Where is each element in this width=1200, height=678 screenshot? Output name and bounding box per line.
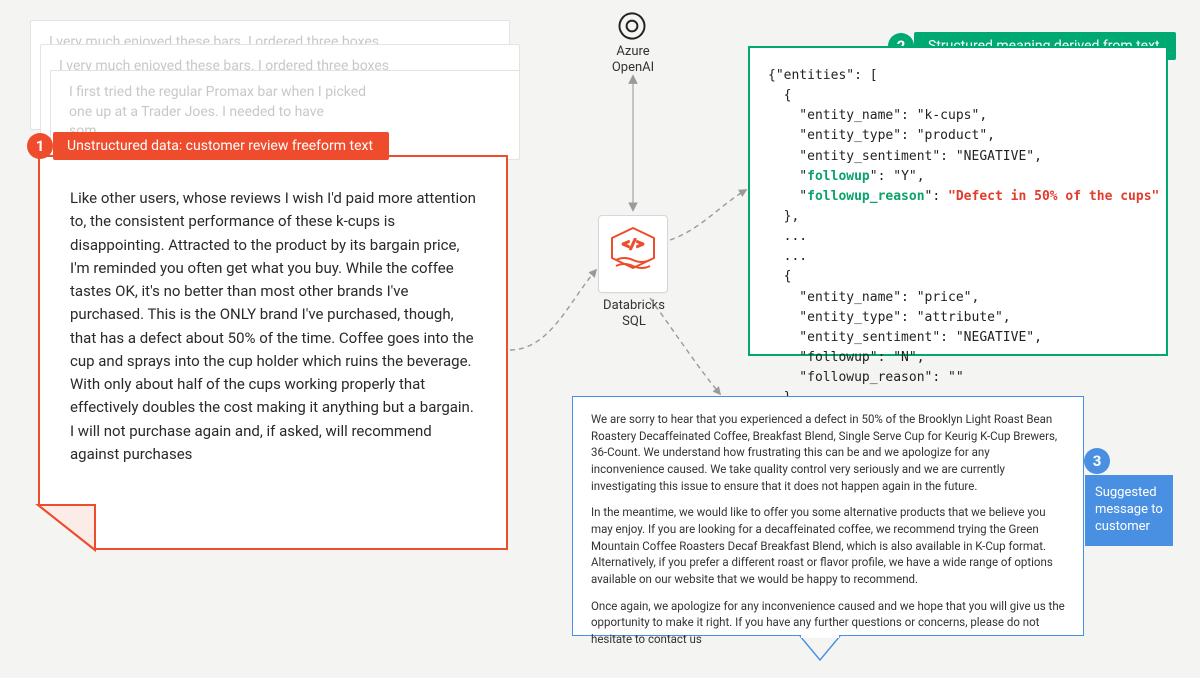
msg-paragraph: We are sorry to hear that you experience… <box>591 411 1065 494</box>
json-line: "entity_sentiment": "NEGATIVE", <box>768 149 1042 164</box>
json-line: "followup": "Y", <box>768 169 925 184</box>
json-line: "followup_reason": "Defect in 50% of the… <box>768 189 1159 204</box>
msg-paragraph: Once again, we apologize for any inconve… <box>591 598 1065 648</box>
json-val-highlight: "Defect in 50% of the cups" <box>948 189 1159 204</box>
step-badge-1: 1 <box>27 133 53 159</box>
databricks-sql-label: Databricks SQL <box>596 298 672 331</box>
review-body: Like other users, whose reviews I wish I… <box>70 187 476 466</box>
json-line: "entity_type": "attribute", <box>768 310 1011 325</box>
json-key-highlight: followup <box>807 169 870 184</box>
json-line: "entity_name": "price", <box>768 290 979 305</box>
json-line: "entity_sentiment": "NEGATIVE", <box>768 330 1042 345</box>
json-line: { <box>768 269 791 284</box>
databricks-icon: </> <box>610 226 656 282</box>
faded-text: one up at a Trader Joes. I needed to hav… <box>69 103 501 123</box>
json-line: "entity_name": "k-cups", <box>768 108 987 123</box>
customer-review-card: Like other users, whose reviews I wish I… <box>38 155 508 550</box>
json-line: ... <box>768 229 807 244</box>
step-label-3: Suggested message to customer <box>1085 475 1173 546</box>
databricks-sql-node: </> <box>598 215 668 293</box>
structured-json-card: {"entities": [ { "entity_name": "k-cups"… <box>748 46 1168 356</box>
msg-paragraph: In the meantime, we would like to offer … <box>591 504 1065 587</box>
faded-text: I first tried the regular Promax bar whe… <box>69 83 501 103</box>
json-val: "Y" <box>893 169 916 184</box>
json-line: {"entities": [ <box>768 68 878 83</box>
json-line: "followup_reason": "" <box>768 370 964 385</box>
svg-text:</>: </> <box>622 237 644 251</box>
suggested-message-card: We are sorry to hear that you experience… <box>572 396 1084 636</box>
step-badge-3: 3 <box>1084 448 1110 474</box>
json-line: "entity_type": "product", <box>768 128 995 143</box>
openai-icon <box>614 8 650 44</box>
step-label-1: Unstructured data: customer review freef… <box>53 132 389 160</box>
json-line: "followup": "N", <box>768 350 925 365</box>
json-line: }, <box>768 209 799 224</box>
json-line: { <box>768 88 791 103</box>
json-key-highlight: followup_reason <box>807 189 924 204</box>
json-line: ... <box>768 249 807 264</box>
azure-openai-label: Azure OpenAI <box>590 44 676 77</box>
